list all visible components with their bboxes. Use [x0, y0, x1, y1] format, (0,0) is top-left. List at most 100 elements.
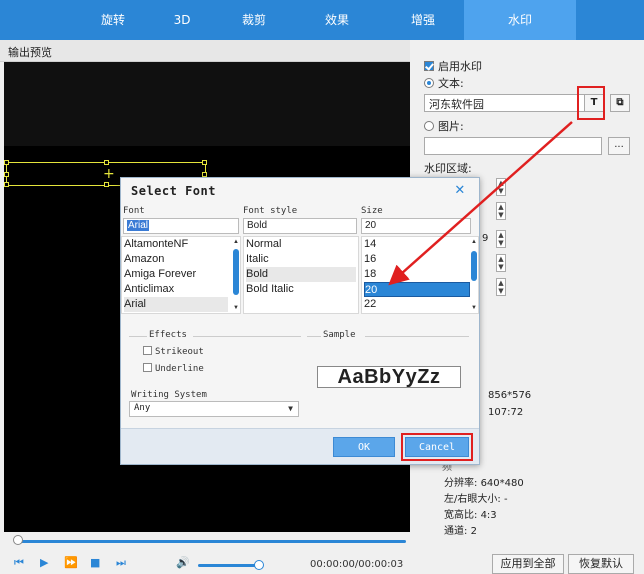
font-list-scrollbar[interactable]: ▲ ▼: [232, 239, 240, 313]
copy-icon[interactable]: ⧉: [610, 94, 630, 112]
seek-knob[interactable]: [13, 535, 23, 545]
volume-slider-track[interactable]: [198, 564, 262, 567]
scroll-up-icon[interactable]: ▲: [232, 239, 240, 245]
resize-handle[interactable]: [202, 160, 207, 165]
list-item[interactable]: Anticlimax: [124, 282, 228, 297]
font-style-list[interactable]: Normal Italic Bold Bold Italic: [243, 236, 359, 314]
close-icon[interactable]: ✕: [455, 180, 465, 198]
playback-controls: ⏮ ▶ ⏩ ■ ⏭ 🔊 00:00:00/00:00:03: [0, 554, 410, 574]
list-item[interactable]: Bold Italic: [246, 282, 356, 297]
list-item[interactable]: Italic: [246, 252, 356, 267]
watermark-area-label: 水印区域:: [424, 162, 472, 175]
play-icon[interactable]: ▶: [40, 556, 48, 570]
list-item[interactable]: 16: [364, 252, 468, 267]
spinner-height[interactable]: ▲ ▼: [496, 254, 506, 272]
font-column-label: Font: [123, 206, 145, 216]
volume-slider-knob[interactable]: [254, 560, 264, 570]
ok-button[interactable]: OK: [333, 437, 395, 457]
checkbox-icon[interactable]: [424, 61, 434, 71]
tab-enhance[interactable]: 增强: [378, 0, 468, 40]
list-item[interactable]: AltamonteNF: [124, 237, 228, 252]
spinner-value: 9: [482, 233, 489, 244]
timecode: 00:00:00/00:00:03: [310, 559, 404, 570]
font-size-list[interactable]: 14 16 18 20 22 ▲ ▼: [361, 236, 479, 314]
volume-icon[interactable]: 🔊: [176, 556, 190, 570]
enable-watermark-checkbox[interactable]: 启用水印: [424, 58, 482, 74]
text-watermark-radio[interactable]: 文本:: [424, 75, 464, 91]
font-style-input[interactable]: Bold: [243, 218, 357, 234]
spinner-width[interactable]: ▲ ▼: [496, 230, 506, 248]
checkbox-icon[interactable]: [143, 363, 152, 372]
radio-icon[interactable]: [424, 121, 434, 131]
font-list[interactable]: AltamonteNF Amazon Amiga Forever Anticli…: [121, 236, 241, 314]
underline-label: Underline: [155, 364, 204, 374]
chevron-down-icon: ▼: [288, 404, 293, 413]
seek-track[interactable]: [20, 540, 406, 543]
browse-button[interactable]: ...: [608, 137, 630, 155]
scroll-thumb[interactable]: [233, 249, 239, 295]
font-name-input[interactable]: Arial: [123, 218, 239, 234]
effects-label: Effects: [149, 330, 187, 340]
tab-crop[interactable]: 裁剪: [212, 0, 296, 40]
list-item[interactable]: 22: [364, 297, 468, 312]
underline-checkbox[interactable]: Underline: [143, 363, 204, 374]
scroll-up-icon[interactable]: ▲: [470, 239, 478, 245]
channels: 通道: 2: [444, 526, 477, 537]
sample-label: Sample: [323, 330, 356, 340]
strikeout-label: Strikeout: [155, 347, 204, 357]
strikeout-checkbox[interactable]: Strikeout: [143, 346, 204, 357]
watermark-text-input[interactable]: 河东软件园: [424, 94, 588, 112]
scroll-down-icon[interactable]: ▼: [470, 305, 478, 311]
restore-default-button[interactable]: 恢复默认: [568, 554, 634, 574]
preview-title: 输出预览: [0, 40, 410, 62]
spinner-opacity[interactable]: ▲ ▼: [496, 278, 506, 296]
fast-forward-icon[interactable]: ⏩: [64, 556, 78, 570]
image-watermark-label: 图片:: [438, 120, 464, 133]
spinner-y[interactable]: ▲ ▼: [496, 202, 506, 220]
list-item[interactable]: 18: [364, 267, 468, 282]
skip-end-icon[interactable]: ⏭: [116, 556, 126, 570]
resize-handle[interactable]: [4, 160, 9, 165]
list-item-selected[interactable]: Bold: [246, 267, 356, 282]
list-item-selected[interactable]: Arial: [124, 297, 228, 312]
crosshair-icon: +: [103, 166, 115, 182]
font-size-input[interactable]: 20: [361, 218, 471, 234]
output-resolution: 分辨率: 640*480: [444, 478, 524, 489]
size-list-scrollbar[interactable]: ▲ ▼: [470, 239, 478, 313]
divider: [307, 336, 321, 337]
writing-system-select[interactable]: Any ▼: [129, 401, 299, 417]
list-item[interactable]: 14: [364, 237, 468, 252]
list-item[interactable]: Normal: [246, 237, 356, 252]
resize-handle[interactable]: [104, 160, 109, 165]
spinner-x[interactable]: ▲ ▼: [496, 178, 506, 196]
checkbox-icon[interactable]: [143, 346, 152, 355]
list-item[interactable]: Amiga Forever: [124, 267, 228, 282]
divider: [365, 336, 469, 337]
writing-system-value: Any: [134, 403, 151, 413]
seek-bar[interactable]: [10, 535, 406, 545]
stop-icon[interactable]: ■: [90, 556, 100, 570]
select-font-dialog: Select Font ✕ Font Font style Size Arial…: [120, 177, 480, 465]
scroll-thumb[interactable]: [471, 251, 477, 281]
preview-frame-top: [4, 62, 410, 146]
list-item[interactable]: Amazon: [124, 252, 228, 267]
tab-watermark[interactable]: 水印: [464, 0, 576, 40]
tab-bar: 旋转 3D 裁剪 效果 增强 水印: [0, 0, 644, 40]
cancel-button[interactable]: Cancel: [401, 433, 473, 461]
resize-handle[interactable]: [4, 182, 9, 187]
aspect-ratio: 宽高比: 4:3: [444, 510, 497, 521]
font-name-value: Arial: [127, 220, 150, 231]
size-column-label: Size: [361, 206, 383, 216]
tab-effects[interactable]: 效果: [292, 0, 382, 40]
dialog-footer: OK Cancel: [121, 428, 479, 464]
image-watermark-radio[interactable]: 图片:: [424, 118, 464, 134]
scroll-down-icon[interactable]: ▼: [232, 305, 240, 311]
apply-to-all-button[interactable]: 应用到全部: [492, 554, 564, 574]
image-path-input[interactable]: [424, 137, 602, 155]
list-item-selected[interactable]: 20: [364, 282, 470, 297]
resize-handle[interactable]: [104, 182, 109, 187]
font-sample: AaBbYyZz: [317, 366, 461, 388]
skip-back-icon[interactable]: ⏮: [14, 556, 24, 570]
resize-handle[interactable]: [4, 172, 9, 177]
radio-icon[interactable]: [424, 78, 434, 88]
